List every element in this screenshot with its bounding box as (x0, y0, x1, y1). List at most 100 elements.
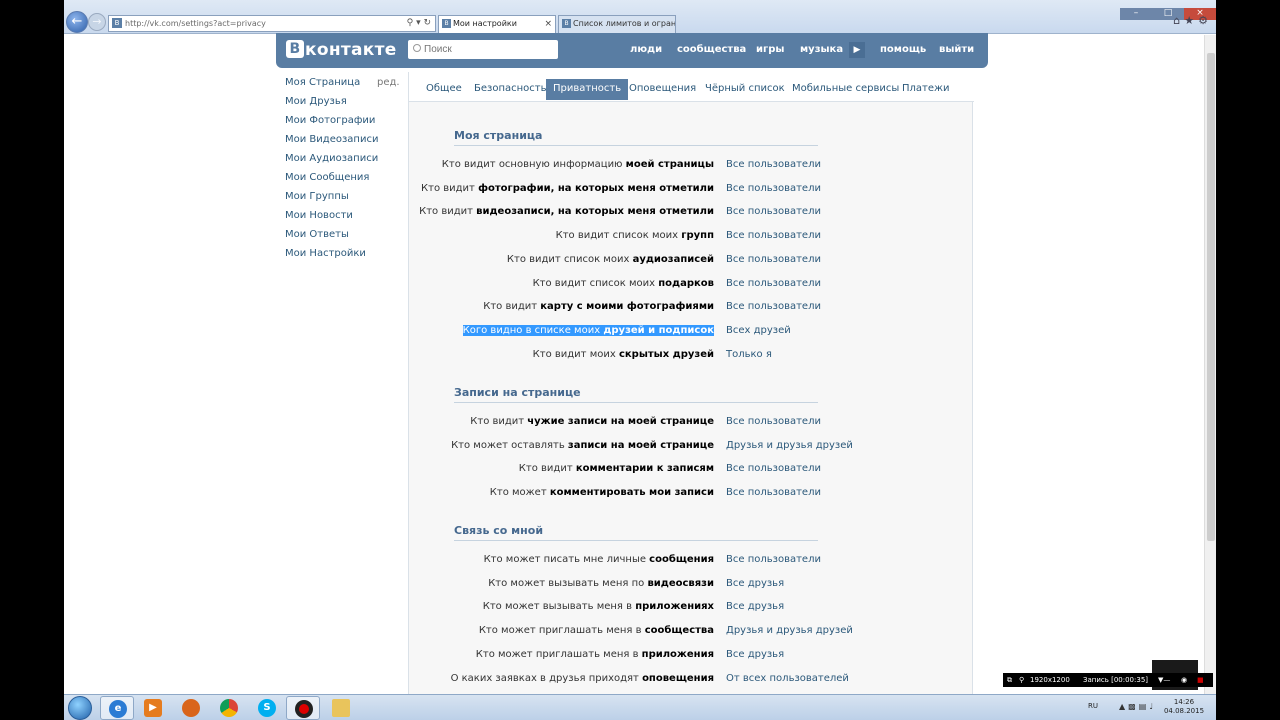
vk-logo-letter: В (286, 40, 304, 58)
firefox-taskbar-button[interactable] (174, 696, 208, 720)
close-tab-icon[interactable]: × (544, 16, 552, 32)
recorder-window-icon[interactable]: ⧉ (1007, 673, 1012, 687)
play-icon[interactable]: ▶ (849, 42, 865, 58)
scrollbar-thumb[interactable] (1207, 53, 1215, 541)
recorder-status: Запись [00:00:35] (1083, 676, 1149, 684)
row-label-text: Кто может приглашать меня в (478, 625, 645, 636)
settings-gear-icon[interactable]: ⚙ (1198, 14, 1212, 27)
tab-title: Мои настройки (453, 19, 517, 28)
tab-payments[interactable]: Платежи (895, 79, 957, 100)
tab-security[interactable]: Безопасность (467, 79, 554, 100)
privacy-value-link[interactable]: Всех друзей (726, 325, 791, 336)
tab-privacy[interactable]: Приватность (546, 79, 629, 100)
row-label-bold: сообщения (649, 554, 714, 565)
vk-logo[interactable]: Вконтакте (286, 40, 397, 60)
privacy-value-link[interactable]: Все пользователи (726, 254, 821, 265)
privacy-value-link[interactable]: Все пользователи (726, 301, 821, 312)
nav-music[interactable]: музыка (800, 44, 843, 55)
row-label-bold: видеозаписи, на которых меня отметили (476, 206, 714, 217)
privacy-value-link[interactable]: Друзья и друзья друзей (726, 625, 853, 636)
language-indicator[interactable]: RU (1088, 702, 1098, 710)
folder-icon (332, 699, 350, 717)
menu-photos[interactable]: Мои Фотографии (285, 114, 405, 133)
menu-groups[interactable]: Мои Группы (285, 190, 405, 209)
menu-news[interactable]: Мои Новости (285, 209, 405, 228)
chrome-icon (220, 699, 238, 717)
privacy-value-link[interactable]: Все пользователи (726, 487, 821, 498)
tab-favicon-icon: B (562, 19, 571, 28)
tab-blacklist[interactable]: Чёрный список (698, 79, 792, 100)
privacy-value-link[interactable]: Все друзья (726, 578, 784, 589)
media-player-icon: ▶ (144, 699, 162, 717)
stop-icon[interactable]: ■ (1197, 673, 1204, 687)
address-bar[interactable]: B http://vk.com/settings?act=privacy ⚲ ▾… (108, 15, 436, 32)
nav-games[interactable]: игры (756, 44, 784, 55)
row-label-bold: карту с моими фотографиями (540, 301, 714, 312)
menu-messages[interactable]: Мои Сообщения (285, 171, 405, 190)
vk-logo-text: контакте (305, 40, 397, 60)
privacy-row-label: Кто может писать мне личные сообщения (484, 554, 714, 565)
tab-limits[interactable]: B Список лимитов и ограниче... (558, 15, 676, 33)
privacy-value-link[interactable]: Друзья и друзья друзей (726, 440, 853, 451)
nav-people[interactable]: люди (630, 44, 662, 55)
privacy-value-link[interactable]: Все друзья (726, 649, 784, 660)
favorites-star-icon[interactable]: ★ (1184, 14, 1198, 27)
nav-help[interactable]: помощь (880, 44, 926, 55)
tab-mobile[interactable]: Мобильные сервисы (785, 79, 906, 100)
privacy-row-label: О каких заявках в друзья приходят оповещ… (451, 673, 714, 684)
back-button[interactable]: ← (66, 11, 88, 33)
privacy-row-label: Кто видит комментарии к записям (519, 463, 714, 474)
search-icon (413, 44, 421, 52)
start-button[interactable] (68, 696, 92, 720)
search-input[interactable] (408, 40, 558, 59)
home-icon[interactable]: ⌂ (1173, 14, 1184, 27)
privacy-value-link[interactable]: Все пользователи (726, 554, 821, 565)
tab-settings[interactable]: B Мои настройки × (438, 15, 556, 33)
privacy-value-link[interactable]: Все пользователи (726, 183, 821, 194)
privacy-row-label: Кто видит основную информацию моей стран… (442, 159, 714, 170)
ie-taskbar-button[interactable]: e (100, 696, 134, 720)
privacy-value-link[interactable]: Только я (726, 349, 772, 360)
row-label-text: Кто видит (483, 301, 541, 312)
privacy-row-label: Кто видит видеозаписи, на которых меня о… (419, 206, 714, 217)
menu-audio[interactable]: Мои Аудиозаписи (285, 152, 405, 171)
privacy-value-link[interactable]: Все пользователи (726, 159, 821, 170)
row-label-text: Кто видит (518, 463, 576, 474)
menu-answers[interactable]: Мои Ответы (285, 228, 405, 247)
page-scrollbar[interactable] (1204, 35, 1216, 694)
row-label-text: Кто видит список моих (555, 230, 682, 241)
privacy-value-link[interactable]: От всех пользователей (726, 673, 849, 684)
privacy-value-link[interactable]: Все пользователи (726, 230, 821, 241)
minimize-button[interactable]: – (1120, 8, 1152, 20)
address-tools-icon[interactable]: ⚲ ▾ ↻ (407, 16, 431, 31)
clock[interactable]: 14:26 04.08.2015 (1162, 698, 1206, 716)
recorder-taskbar-button[interactable] (286, 696, 320, 720)
menu-friends[interactable]: Мои Друзья (285, 95, 405, 114)
tray-icons[interactable]: ▲▩▤♩ (1119, 702, 1156, 711)
privacy-value-link[interactable]: Все пользователи (726, 278, 821, 289)
explorer-taskbar-button[interactable] (324, 696, 358, 720)
edit-link[interactable]: ред. (377, 76, 400, 90)
nav-communities[interactable]: сообщества (677, 44, 746, 55)
recorder-zoom-icon[interactable]: ⚲ (1019, 673, 1024, 687)
row-label-text: Кто видит моих (532, 349, 619, 360)
chrome-taskbar-button[interactable] (212, 696, 246, 720)
camera-icon[interactable]: ◉ (1181, 673, 1187, 687)
nav-logout[interactable]: выйти (939, 44, 974, 55)
tab-general[interactable]: Общее (419, 79, 469, 100)
browser-window: ← → B http://vk.com/settings?act=privacy… (64, 0, 1216, 694)
tab-notifications[interactable]: Оповещения (622, 79, 703, 100)
menu-settings[interactable]: Мои Настройки (285, 247, 405, 266)
row-label-bold: групп (681, 230, 714, 241)
recorder-menu-icon[interactable]: ▼— (1158, 673, 1170, 687)
row-label-bold: комментировать мои записи (549, 487, 714, 498)
browser-toolbar: ← → B http://vk.com/settings?act=privacy… (64, 0, 1216, 34)
privacy-value-link[interactable]: Все пользователи (726, 206, 821, 217)
privacy-value-link[interactable]: Все пользователи (726, 463, 821, 474)
menu-videos[interactable]: Мои Видеозаписи (285, 133, 405, 152)
forward-button[interactable]: → (88, 13, 106, 31)
skype-taskbar-button[interactable]: S (250, 696, 284, 720)
media-player-taskbar-button[interactable]: ▶ (136, 696, 170, 720)
privacy-value-link[interactable]: Все друзья (726, 601, 784, 612)
privacy-value-link[interactable]: Все пользователи (726, 416, 821, 427)
